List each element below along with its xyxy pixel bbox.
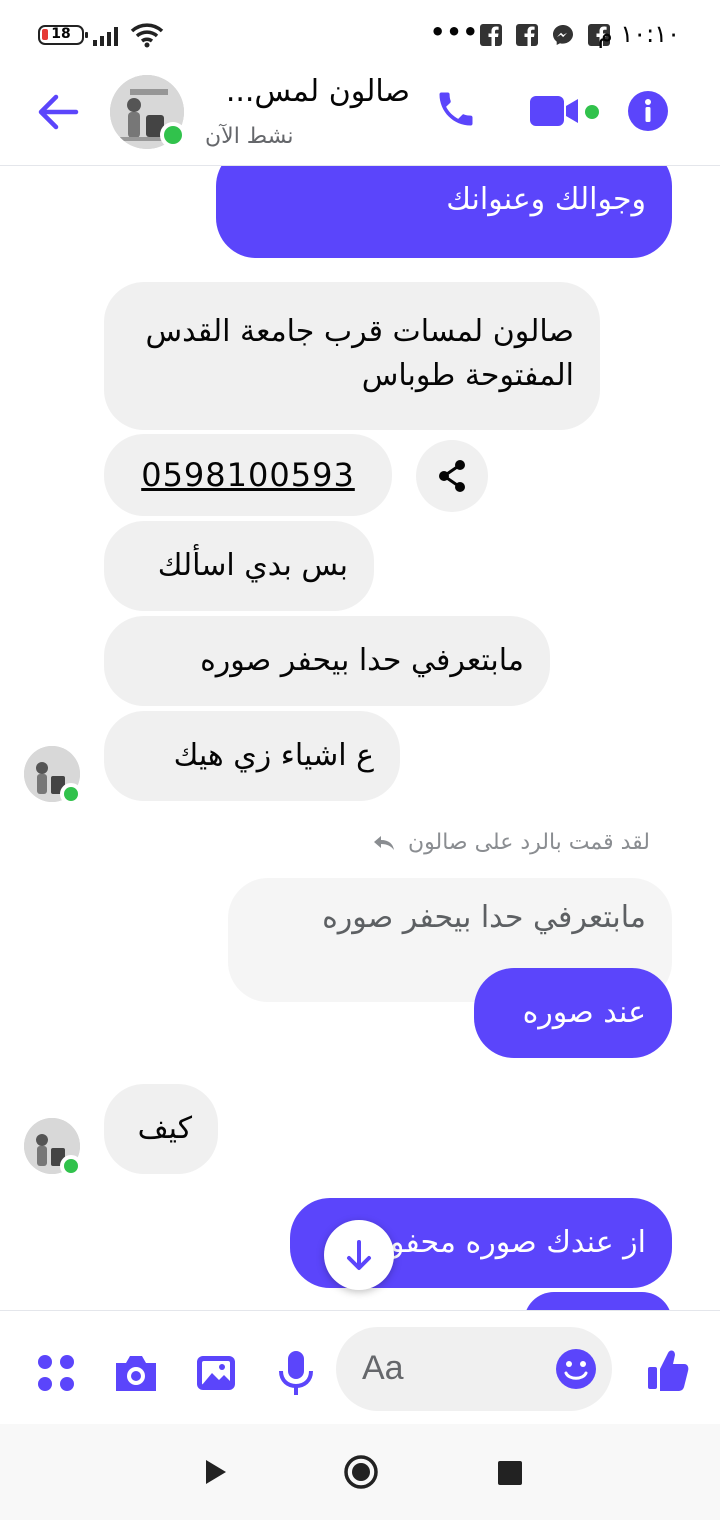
incoming-message[interactable]: مابتعرفي حدا بيحفر صوره (104, 616, 550, 706)
battery-indicator: 18 (38, 25, 88, 45)
recents-square-icon[interactable] (497, 1460, 523, 1486)
message-text: صالون لمسات قرب جامعة القدس المفتوحة طوب… (145, 314, 574, 393)
message-thread[interactable]: وجوالك وعنوانك صالون لمسات قرب جامعة الق… (0, 166, 720, 1310)
outgoing-message[interactable] (524, 1292, 672, 1310)
video-call-icon[interactable] (528, 90, 600, 134)
reply-indicator: لقد قمت بالرد على صالون (330, 830, 650, 855)
reply-note-text: لقد قمت بالرد على صالون (407, 830, 650, 855)
phone-call-icon[interactable] (434, 86, 478, 132)
outgoing-message[interactable]: عند صوره (474, 968, 672, 1058)
facebook-notification-icon (516, 24, 538, 46)
outgoing-message[interactable]: وجوالك وعنوانك (216, 166, 672, 258)
online-status-dot (60, 1155, 82, 1177)
online-status-dot (160, 122, 186, 148)
thumbs-up-icon[interactable] (646, 1347, 690, 1393)
chat-header: صالون لمس... نشط الآن (0, 70, 720, 166)
contact-name[interactable]: صالون لمس... (205, 74, 410, 109)
message-text: بس بدي اسألك (157, 548, 348, 583)
signal-icon (93, 27, 118, 46)
incoming-message[interactable]: صالون لمسات قرب جامعة القدس المفتوحة طوب… (104, 282, 600, 430)
quoted-text: مابتعرفي حدا بيحفر صوره (322, 900, 646, 935)
microphone-icon[interactable] (276, 1349, 316, 1399)
wifi-icon (130, 23, 164, 48)
system-navigation-bar (0, 1424, 720, 1520)
info-icon[interactable] (627, 90, 669, 132)
clock: ١٠:١٠ م (597, 20, 680, 48)
incoming-message[interactable]: ع اشياء زي هيك (104, 711, 400, 801)
battery-level: 18 (51, 26, 71, 42)
scroll-to-bottom-button[interactable] (324, 1220, 394, 1290)
message-text: وجوالك وعنوانك (446, 182, 646, 217)
more-actions-icon[interactable] (36, 1353, 76, 1393)
message-text: از عندك صوره محفوره (359, 1225, 646, 1260)
emoji-icon[interactable] (554, 1347, 598, 1391)
online-status-dot (60, 783, 82, 805)
message-text: عند صوره (522, 995, 646, 1030)
back-triangle-icon[interactable] (203, 1454, 229, 1490)
message-input[interactable]: Aa (336, 1327, 612, 1411)
status-bar: 18 ••• ١٠:١٠ م (0, 0, 720, 70)
message-text: كيف (137, 1111, 192, 1146)
message-text: ع اشياء زي هيك (173, 738, 374, 773)
active-status: نشط الآن (205, 124, 294, 149)
message-text: مابتعرفي حدا بيحفر صوره (200, 643, 524, 678)
arrow-down-icon (347, 1240, 371, 1270)
message-text: 0598100593 (141, 456, 355, 494)
phone-number-link[interactable]: 0598100593 (104, 434, 392, 516)
incoming-message[interactable]: كيف (104, 1084, 218, 1174)
home-circle-icon[interactable] (343, 1454, 379, 1490)
reply-arrow-icon (373, 836, 394, 850)
share-button[interactable] (416, 440, 488, 512)
share-icon (439, 460, 465, 492)
facebook-notification-icon (480, 24, 502, 46)
message-input-placeholder: Aa (362, 1349, 404, 1387)
back-arrow-icon[interactable] (36, 92, 80, 132)
camera-icon[interactable] (112, 1351, 160, 1395)
incoming-message[interactable]: بس بدي اسألك (104, 521, 374, 611)
gallery-icon[interactable] (194, 1351, 238, 1395)
messenger-notification-icon (553, 25, 573, 45)
more-notifications-icon: ••• (430, 18, 480, 46)
message-composer: Aa (0, 1310, 720, 1424)
